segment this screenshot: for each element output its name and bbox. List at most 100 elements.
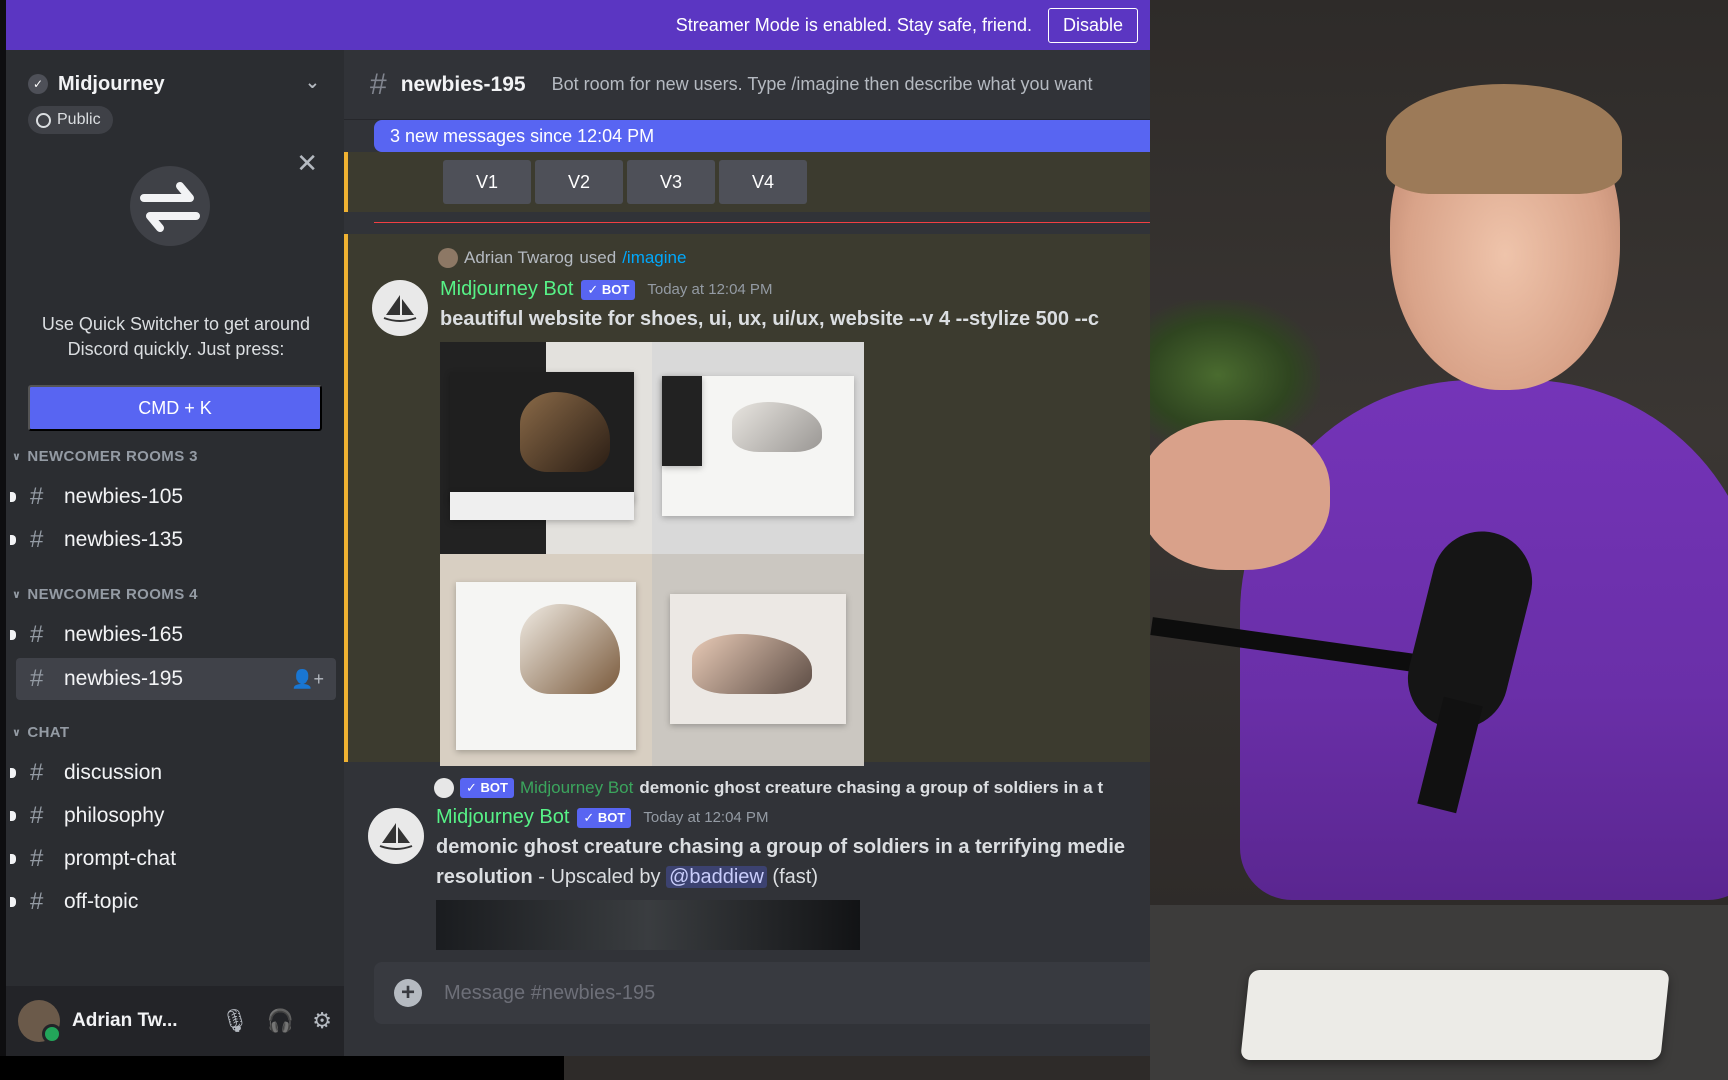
channel-discussion[interactable]: # discussion xyxy=(10,752,336,794)
reply-user: Adrian Twarog xyxy=(464,248,574,267)
server-name: Midjourney xyxy=(58,72,165,95)
channel-label: newbies-195 xyxy=(64,667,184,690)
threaded-hash-icon: # xyxy=(30,526,44,553)
screen: Streamer Mode is enabled. Stay safe, fri… xyxy=(0,0,1728,1080)
variation-buttons-row: V1 V2 V3 V4 xyxy=(344,152,1150,212)
channel-philosophy[interactable]: # philosophy xyxy=(10,795,336,837)
disable-streamer-mode-button[interactable]: Disable xyxy=(1047,7,1138,43)
webcam-video xyxy=(1150,0,1728,1080)
channel-sidebar: ✓ Midjourney ⌄ Public ✕ Use Quick Switch… xyxy=(6,50,344,1056)
avatar xyxy=(438,248,458,268)
threaded-hash-icon: # xyxy=(370,67,387,101)
gear-icon[interactable]: ⚙ xyxy=(312,1008,332,1034)
user-avatar[interactable] xyxy=(18,1000,62,1044)
hash-icon: # xyxy=(30,888,44,915)
channel-newbies-135[interactable]: # newbies-135 xyxy=(10,519,336,561)
message-composer: + xyxy=(374,962,1150,1024)
quick-switcher-shortcut-button[interactable]: CMD + K xyxy=(28,385,322,431)
public-label: Public xyxy=(57,111,101,128)
user-panel: Adrian Tw... 🎙 🎧 ⚙ xyxy=(6,986,344,1056)
v4-button[interactable]: V4 xyxy=(719,160,807,204)
timestamp: Today at 12:04 PM xyxy=(643,809,769,826)
hash-icon: # xyxy=(30,802,44,829)
author-name[interactable]: Midjourney Bot xyxy=(440,278,573,301)
globe-icon xyxy=(36,112,51,128)
user-mention[interactable]: @baddiew xyxy=(666,866,767,888)
bot-badge: ✓ BOT xyxy=(577,807,632,828)
unread-indicator xyxy=(10,492,16,502)
quick-switcher-arrows-icon xyxy=(130,166,210,246)
microphone-icon[interactable]: 🎙 xyxy=(221,1008,249,1034)
bot-avatar[interactable] xyxy=(372,280,428,336)
bottom-strip xyxy=(0,1056,564,1080)
channel-label: newbies-165 xyxy=(64,623,184,646)
unread-indicator xyxy=(10,535,16,545)
bot-badge: ✓ BOT xyxy=(581,279,636,300)
new-messages-banner[interactable]: 3 new messages since 12:04 PM xyxy=(374,120,1150,152)
image-tile-2 xyxy=(652,342,864,554)
add-attachment-icon[interactable]: + xyxy=(394,979,422,1007)
v1-button[interactable]: V1 xyxy=(443,160,531,204)
category-newcomer-rooms-4[interactable]: ∨ NEWCOMER ROOMS 4 xyxy=(12,586,198,603)
bot-avatar[interactable] xyxy=(368,808,424,864)
streamer-mode-message: Streamer Mode is enabled. Stay safe, fri… xyxy=(675,14,1032,35)
category-label: NEWCOMER ROOMS 3 xyxy=(27,448,198,465)
generated-image-grid[interactable] xyxy=(440,342,864,766)
product-strip xyxy=(450,492,634,520)
bot-badge: ✓ BOT xyxy=(460,778,514,798)
channel-newbies-165[interactable]: # newbies-165 xyxy=(10,614,336,656)
upscaled-image[interactable] xyxy=(436,900,860,950)
reply-reference[interactable]: Adrian Twarog used /imagine xyxy=(438,248,686,268)
speed-label: (fast) xyxy=(766,866,818,888)
channel-off-topic[interactable]: # off-topic xyxy=(10,881,336,923)
add-user-icon[interactable]: 👤+ xyxy=(291,669,324,690)
bot-avatar-small xyxy=(434,778,454,798)
channel-label: philosophy xyxy=(64,804,165,827)
threaded-hash-icon: # xyxy=(30,621,44,648)
quick-switcher-text: Use Quick Switcher to get around Discord… xyxy=(41,314,311,359)
author-name[interactable]: Midjourney Bot xyxy=(436,806,569,829)
user-name[interactable]: Adrian Tw... xyxy=(72,1010,182,1032)
keyboard xyxy=(1240,970,1670,1060)
channel-title: newbies-195 xyxy=(400,72,526,96)
channel-topic[interactable]: Bot room for new users. Type /imagine th… xyxy=(552,74,1093,95)
v2-button[interactable]: V2 xyxy=(535,160,623,204)
quick-switcher-tip: ✕ Use Quick Switcher to get around Disco… xyxy=(6,140,344,431)
channel-header: # newbies-195 Bot room for new users. Ty… xyxy=(344,50,1150,120)
threaded-hash-icon: # xyxy=(30,845,44,872)
reply-command[interactable]: /imagine xyxy=(622,248,686,268)
channel-newbies-195[interactable]: # newbies-195 👤+ xyxy=(16,658,336,700)
category-label: CHAT xyxy=(27,724,70,741)
unread-indicator xyxy=(10,768,16,778)
reply-author: Midjourney Bot xyxy=(519,778,634,797)
threaded-hash-icon: # xyxy=(30,759,44,786)
category-chat[interactable]: ∨ CHAT xyxy=(12,724,70,741)
dark-sidebar xyxy=(662,376,702,466)
reply-used-label: used xyxy=(579,248,617,267)
close-icon[interactable]: ✕ xyxy=(296,148,318,179)
presenter-hand xyxy=(1150,420,1330,570)
chevron-down-icon[interactable]: ⌄ xyxy=(305,72,320,93)
channel-prompt-chat[interactable]: # prompt-chat xyxy=(10,838,336,880)
chevron-down-icon: ∨ xyxy=(12,589,22,601)
chat-area: # newbies-195 Bot room for new users. Ty… xyxy=(344,50,1150,1056)
channel-label: off-topic xyxy=(64,890,139,913)
threaded-hash-icon: # xyxy=(30,483,44,510)
unread-indicator xyxy=(10,811,16,821)
message-prompt: beautiful website for shoes, ui, ux, ui/… xyxy=(440,308,1100,330)
unread-indicator xyxy=(10,630,16,640)
chevron-down-icon: ∨ xyxy=(12,451,22,463)
category-newcomer-rooms-3[interactable]: ∨ NEWCOMER ROOMS 3 xyxy=(12,448,198,465)
unread-indicator xyxy=(10,897,16,907)
channel-label: newbies-105 xyxy=(64,485,184,508)
reply-reference[interactable]: ✓ BOT Midjourney Bot demonic ghost creat… xyxy=(434,778,1103,798)
channel-label: prompt-chat xyxy=(64,847,177,870)
message-midjourney-grid: Adrian Twarog used /imagine Midjourney B… xyxy=(344,234,1150,766)
channel-newbies-105[interactable]: # newbies-105 xyxy=(10,476,336,518)
prompt-tail: resolution xyxy=(436,866,533,888)
message-input[interactable] xyxy=(444,981,1044,1005)
image-tile-1 xyxy=(440,342,652,554)
v3-button[interactable]: V3 xyxy=(627,160,715,204)
presenter-hair xyxy=(1386,84,1622,194)
headphones-icon[interactable]: 🎧 xyxy=(267,1008,294,1034)
